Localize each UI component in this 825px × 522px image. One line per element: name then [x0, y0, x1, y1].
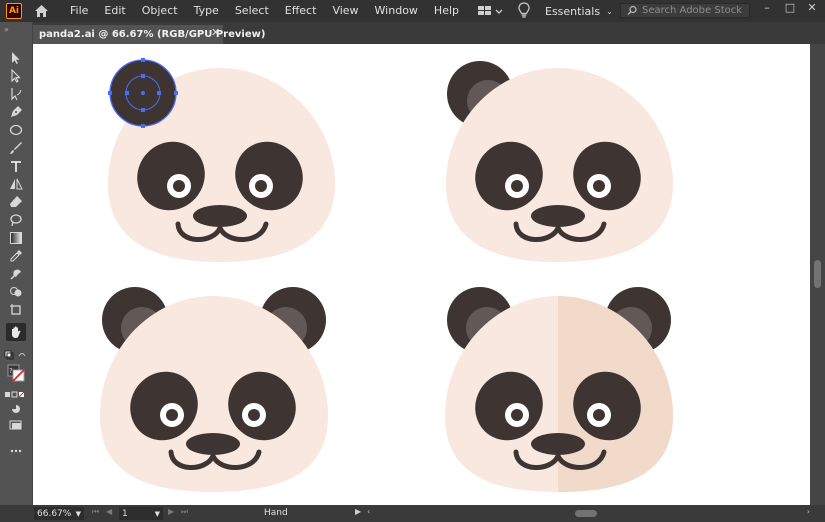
document-tab-title: panda2.ai @ 66.67% (RGB/GPU Preview) [39, 29, 266, 40]
horizontal-scrollbar[interactable]: ‹ › [365, 507, 810, 519]
close-window-button[interactable]: ✕ [801, 0, 823, 14]
arrange-documents-icon [478, 6, 503, 15]
search-placeholder: Search Adobe Stock [642, 5, 743, 16]
status-menu-icon[interactable]: ▶ [355, 507, 361, 516]
blend-tool[interactable] [6, 265, 26, 283]
eraser-tool[interactable] [6, 193, 26, 211]
panel-collapse-icon[interactable]: » [4, 25, 9, 34]
zoom-level-field[interactable]: 66.67% ▼ [34, 507, 84, 520]
hand-icon [12, 326, 21, 338]
menu-window[interactable]: Window [367, 0, 426, 22]
lasso-tool[interactable] [6, 211, 26, 229]
fill-stroke-swatch[interactable]: ? [4, 362, 30, 386]
paintbrush-icon [10, 142, 22, 154]
reflect-icon [10, 178, 23, 190]
blend-icon [10, 269, 21, 280]
vertical-scroll-thumb[interactable] [814, 260, 821, 288]
horizontal-scroll-thumb[interactable] [575, 510, 597, 517]
gradient-icon [10, 232, 22, 244]
current-tool-status: Hand [264, 508, 288, 518]
hand-tool[interactable] [6, 323, 26, 341]
type-tool[interactable] [6, 157, 26, 175]
shape-builder-icon [10, 287, 22, 297]
menu-object[interactable]: Object [134, 0, 186, 22]
ellipse-tool[interactable] [6, 121, 26, 139]
direct-selection-icon [11, 69, 21, 83]
document-tab[interactable]: panda2.ai @ 66.67% (RGB/GPU Preview) ✕ [33, 25, 265, 44]
artboard[interactable] [33, 44, 810, 505]
panda-face-3[interactable] [100, 287, 328, 492]
chevron-down-icon: ▼ [75, 509, 81, 518]
lightbulb-icon[interactable] [517, 2, 531, 22]
menu-select[interactable]: Select [227, 0, 277, 22]
artboard-tool[interactable] [6, 301, 26, 319]
chevron-down-icon: ▼ [154, 509, 160, 518]
restore-button[interactable]: □ [779, 0, 801, 14]
rotate-lasso-icon [10, 214, 22, 227]
tools-panel: » ? [0, 22, 33, 506]
artboard-number-field[interactable]: 1 ▼ [119, 507, 163, 520]
menu-effect[interactable]: Effect [277, 0, 325, 22]
scroll-right-icon[interactable]: › [807, 507, 810, 516]
zoom-level-value: 66.67% [37, 508, 72, 519]
selection-arrow-icon [12, 52, 20, 64]
home-icon[interactable] [32, 2, 50, 20]
selection-tool[interactable] [6, 49, 26, 67]
document-tab-bar: panda2.ai @ 66.67% (RGB/GPU Preview) ✕ [33, 22, 825, 44]
reflect-tool[interactable] [6, 175, 26, 193]
curvature-pen-icon [11, 88, 22, 101]
previous-artboard-icon[interactable]: ◀ [106, 507, 112, 516]
next-artboard-icon[interactable]: ▶ [168, 507, 174, 516]
shape-builder-tool[interactable] [6, 283, 26, 301]
pen-icon [11, 106, 22, 117]
ellipse-icon [9, 124, 23, 136]
workspace-switcher[interactable]: Essentials ⌄ [545, 3, 613, 19]
arrange-documents-button[interactable] [477, 5, 503, 17]
minimize-button[interactable]: – [756, 0, 778, 14]
scroll-left-icon[interactable]: ‹ [367, 507, 370, 516]
search-icon [627, 5, 637, 16]
stock-search-input[interactable]: Search Adobe Stock [620, 3, 750, 18]
close-tab-icon[interactable]: ✕ [211, 26, 220, 39]
chevron-down-icon: ⌄ [606, 6, 613, 16]
menu-view[interactable]: View [324, 0, 366, 22]
menu-bar: Ai File Edit Object Type Select Effect V… [0, 0, 825, 22]
type-t-icon [11, 161, 21, 172]
curvature-tool[interactable] [6, 85, 26, 103]
vertical-scrollbar[interactable] [810, 44, 825, 505]
main-menu: File Edit Object Type Select Effect View… [62, 0, 467, 22]
eraser-icon [10, 196, 22, 207]
screen-mode-icon[interactable] [6, 416, 26, 434]
artboard-icon [10, 304, 21, 315]
first-artboard-icon[interactable]: ⏮ [92, 507, 99, 517]
gradient-tool[interactable] [6, 229, 26, 247]
menu-type[interactable]: Type [186, 0, 227, 22]
status-bar: 66.67% ▼ ⏮ ◀ 1 ▼ ▶ ⏭ Hand ▶ ‹ › [0, 505, 825, 522]
app-logo: Ai [6, 3, 22, 19]
menu-help[interactable]: Help [426, 0, 467, 22]
more-tools-icon[interactable] [6, 442, 26, 460]
eyedropper-icon [10, 250, 22, 262]
pen-tool[interactable] [6, 103, 26, 121]
canvas[interactable] [33, 44, 810, 505]
fill-stroke-icon: ? [7, 364, 25, 382]
svg-text:?: ? [9, 367, 13, 375]
last-artboard-icon[interactable]: ⏭ [181, 507, 188, 517]
panda-face-4[interactable] [445, 287, 678, 494]
panda-artwork[interactable] [33, 44, 810, 505]
paintbrush-tool[interactable] [6, 139, 26, 157]
direct-selection-tool[interactable] [6, 67, 26, 85]
eyedropper-tool[interactable] [6, 247, 26, 265]
menu-file[interactable]: File [62, 0, 96, 22]
artboard-number-value: 1 [122, 508, 128, 519]
workspace-label: Essentials [545, 4, 601, 18]
panda-face-2[interactable] [446, 61, 673, 262]
menu-edit[interactable]: Edit [96, 0, 133, 22]
